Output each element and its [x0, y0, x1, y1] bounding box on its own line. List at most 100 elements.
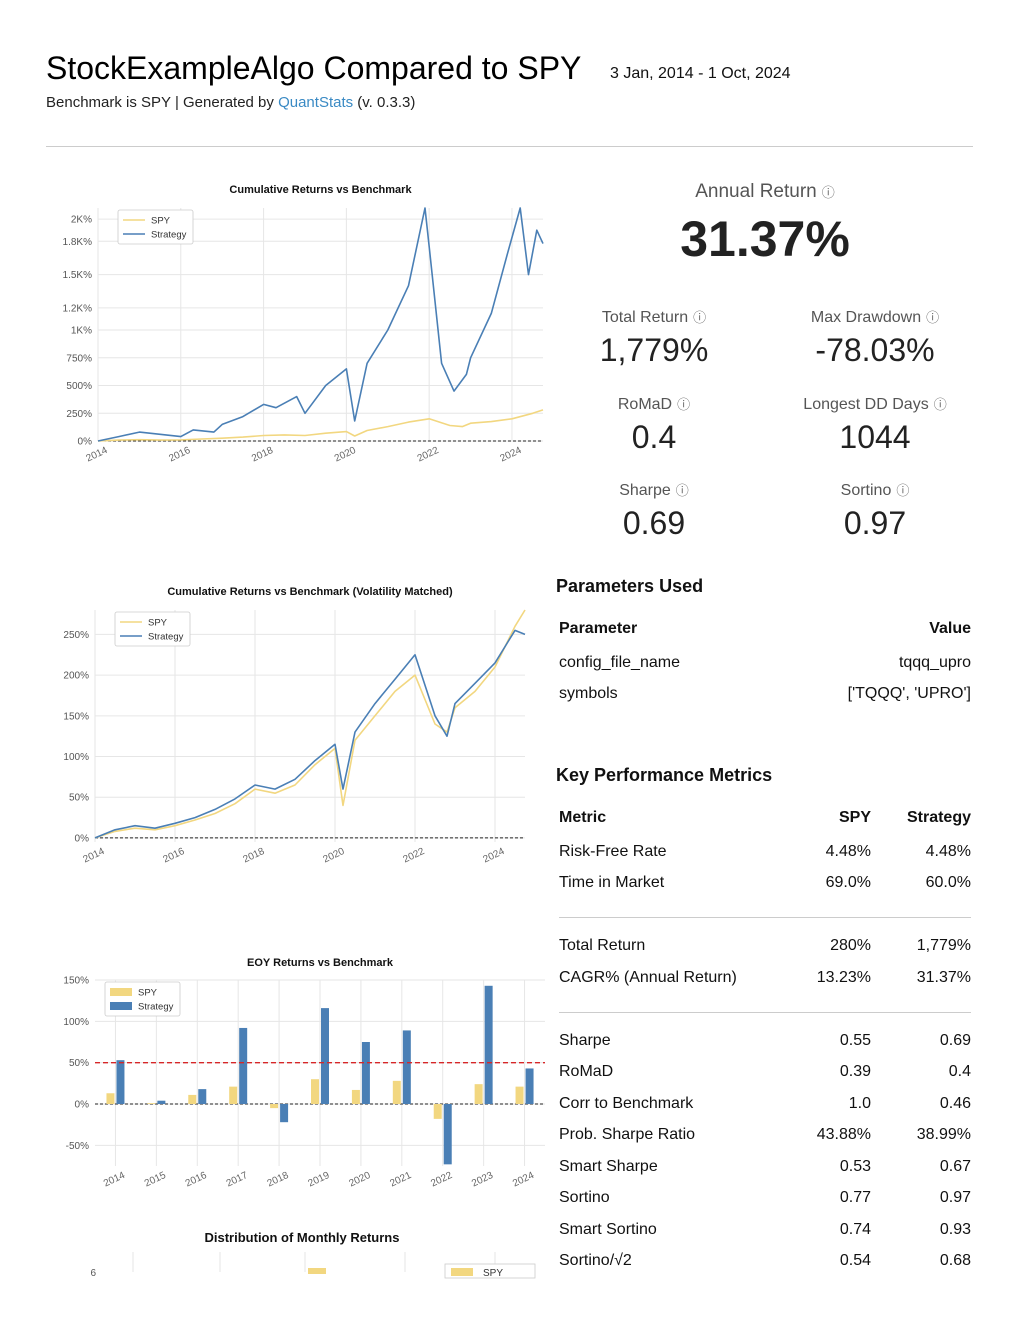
- y-tick-label: 1.2K%: [63, 303, 93, 314]
- strategy-value: 0.93: [939, 1220, 971, 1238]
- metric-name: Sharpe: [559, 1031, 611, 1049]
- y-tick-label: 150%: [63, 711, 89, 722]
- bar-spy: [351, 1089, 360, 1104]
- x-tick-label: 2019: [307, 1170, 332, 1190]
- sortino-label: Sortino ⓘ: [840, 482, 910, 499]
- y-tick-label: 100%: [63, 752, 89, 763]
- spy-value: 13.23%: [816, 968, 871, 986]
- table-row: Smart Sortino 0.74 0.93: [559, 1214, 971, 1246]
- metric-name: Sortino/√2: [559, 1252, 632, 1270]
- legend-label: SPY: [151, 216, 171, 227]
- strategy-header: Strategy: [906, 809, 971, 826]
- metric-name: Smart Sortino: [559, 1220, 657, 1238]
- parameters-table: Parameter Value config_file_name tqqq_up…: [559, 611, 971, 710]
- strategy-value: 0.4: [948, 1063, 971, 1081]
- metrics-title: Key Performance Metrics: [556, 765, 773, 785]
- legend-label: Strategy: [138, 1002, 174, 1013]
- y-tick-label: 6: [90, 1268, 96, 1279]
- monthly-distribution-chart: Distribution of Monthly Returns 6 SPY: [90, 1230, 536, 1279]
- table-header-row: Metric SPY Strategy: [559, 800, 971, 836]
- table-row: Prob. Sharpe Ratio 43.88% 38.99%: [559, 1120, 971, 1152]
- header-divider: [46, 146, 973, 147]
- volatility-matched-chart: Cumulative Returns vs Benchmark (Volatil…: [63, 586, 526, 866]
- y-tick-label: 0%: [78, 437, 93, 448]
- max-drawdown-value: -78.03%: [815, 332, 935, 368]
- x-tick-label: 2022: [402, 846, 427, 866]
- x-tick-label: 2014: [102, 1170, 127, 1190]
- legend-label: SPY: [148, 618, 168, 629]
- info-circle-icon[interactable]: ⓘ: [896, 483, 909, 498]
- legend-label: SPY: [483, 1268, 503, 1279]
- table-row: config_file_name tqqq_upro: [559, 647, 971, 679]
- bar-spy: [392, 1080, 401, 1104]
- y-tick-label: 2K%: [71, 215, 92, 226]
- legend-swatch: [110, 988, 132, 996]
- bar-spy: [474, 1084, 483, 1104]
- bar-spy: [515, 1086, 524, 1104]
- spy-value: 0.77: [839, 1189, 871, 1207]
- strategy-value: 1,779%: [916, 937, 971, 955]
- bar-spy: [311, 1079, 319, 1104]
- x-tick-label: 2018: [266, 1170, 291, 1190]
- table-separator: [559, 994, 971, 1026]
- y-tick-label: 1K%: [71, 326, 92, 337]
- info-circle-icon[interactable]: ⓘ: [822, 185, 835, 200]
- x-tick-label: 2018: [250, 445, 275, 465]
- x-tick-label: 2024: [511, 1170, 536, 1190]
- quantstats-link[interactable]: QuantStats: [278, 94, 353, 111]
- y-tick-label: 250%: [66, 409, 92, 420]
- bar-spy: [188, 1094, 197, 1104]
- y-tick-label: 50%: [69, 793, 89, 804]
- y-tick-label: 250%: [63, 630, 89, 641]
- metrics-table: Metric SPY Strategy Risk-Free Rate 4.48% 4…: [559, 800, 971, 1277]
- bar-spy: [147, 1103, 156, 1104]
- legend-swatch: [110, 1002, 132, 1010]
- bar-strategy: [239, 1027, 248, 1104]
- info-circle-icon[interactable]: ⓘ: [676, 483, 689, 498]
- x-tick-label: 2024: [482, 846, 507, 866]
- report-subtitle: Benchmark is SPY | Generated by QuantSta…: [46, 94, 415, 111]
- table-row: Total Return 280% 1,779%: [559, 931, 971, 963]
- info-circle-icon[interactable]: ⓘ: [926, 310, 939, 325]
- legend-label: SPY: [138, 988, 158, 999]
- spy-value: 43.88%: [816, 1126, 871, 1144]
- strategy-value: 0.97: [939, 1189, 971, 1207]
- bar-strategy: [280, 1104, 289, 1123]
- param-value: tqqq_upro: [898, 653, 971, 671]
- info-circle-icon[interactable]: ⓘ: [677, 397, 690, 412]
- spy-value: 0.53: [839, 1157, 871, 1175]
- metric-name: RoMaD: [559, 1063, 614, 1081]
- strategy-value: 38.99%: [916, 1126, 971, 1144]
- longest-dd-days-label: Longest DD Days ⓘ: [803, 396, 947, 413]
- x-tick-label: 2018: [242, 846, 267, 866]
- parameters-title: Parameters Used: [556, 576, 704, 596]
- y-tick-label: 0%: [75, 1100, 90, 1111]
- table-separator: [559, 899, 971, 931]
- bar-strategy: [157, 1100, 166, 1104]
- table-row: CAGR% (Annual Return) 13.23% 31.37%: [559, 962, 971, 994]
- table-row: Risk-Free Rate 4.48% 4.48%: [559, 836, 971, 868]
- y-tick-label: 1.8K%: [63, 237, 93, 248]
- chart-title: Distribution of Monthly Returns: [205, 1230, 400, 1245]
- legend-label: Strategy: [151, 230, 187, 241]
- info-circle-icon[interactable]: ⓘ: [693, 310, 706, 325]
- bar-strategy: [525, 1068, 534, 1104]
- report-title: StockExampleAlgo Compared to SPY: [46, 50, 582, 86]
- param-name: config_file_name: [559, 653, 680, 671]
- info-circle-icon[interactable]: ⓘ: [934, 397, 947, 412]
- table-row: symbols ['TQQQ', 'UPRO']: [559, 679, 971, 711]
- y-tick-label: 100%: [63, 1017, 89, 1028]
- table-row: RoMaD 0.39 0.4: [559, 1057, 971, 1089]
- x-tick-label: 2024: [498, 445, 523, 465]
- strategy-value: 60.0%: [925, 874, 971, 892]
- metric-name: Total Return: [559, 937, 646, 955]
- eoy-returns-chart: EOY Returns vs Benchmark -50% 0% 50% 100% 150…: [63, 957, 545, 1190]
- bar-spy: [229, 1086, 238, 1104]
- annual-return-value: 31.37%: [680, 211, 850, 267]
- y-tick-label: 50%: [69, 1058, 89, 1069]
- param-name: symbols: [559, 685, 618, 703]
- spy-value: 0.54: [839, 1252, 871, 1270]
- subtitle-suffix: (v. 0.3.3): [353, 94, 416, 111]
- x-tick-label: 2014: [85, 445, 110, 465]
- longest-dd-days-value: 1044: [839, 419, 911, 455]
